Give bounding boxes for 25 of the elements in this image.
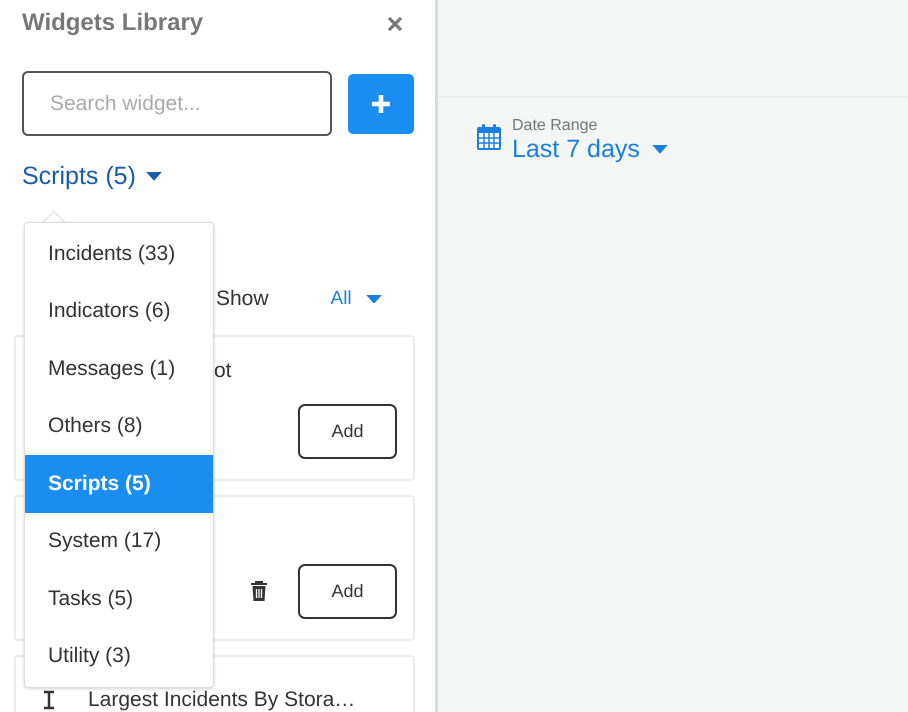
date-range-dropdown[interactable]: Last 7 days (512, 135, 668, 164)
calendar-icon (476, 123, 502, 151)
menu-item[interactable]: Incidents (33) (25, 225, 213, 282)
menu-item[interactable]: Messages (1) (25, 340, 213, 398)
menu-item[interactable]: Indicators (6) (25, 282, 213, 340)
add-widget-button[interactable] (348, 74, 414, 134)
menu-item[interactable]: System (17) (25, 512, 213, 570)
category-dropdown[interactable]: Scripts (5) (22, 162, 162, 191)
panel-title: Widgets Library (22, 9, 204, 37)
widget-title: ot (214, 361, 233, 381)
filter-label: Show (216, 287, 269, 311)
menu-item[interactable]: Tasks (5) (25, 570, 213, 628)
date-range-label: Date Range (512, 117, 598, 135)
trash-icon[interactable] (250, 581, 268, 602)
search-field[interactable]: Search widget... (22, 71, 332, 136)
caret-icon (146, 172, 162, 181)
filter-dropdown[interactable]: All (330, 288, 382, 310)
plus-icon (371, 94, 391, 114)
menu-item[interactable]: Utility (3) (25, 628, 213, 685)
menu-item[interactable]: Others (8) (25, 398, 213, 455)
caret-icon (366, 294, 382, 304)
add-button[interactable]: Add (298, 404, 397, 459)
add-button[interactable]: Add (298, 564, 397, 619)
widget-title: Largest Incidents By Stora… (88, 690, 356, 710)
caret-icon (652, 145, 668, 154)
